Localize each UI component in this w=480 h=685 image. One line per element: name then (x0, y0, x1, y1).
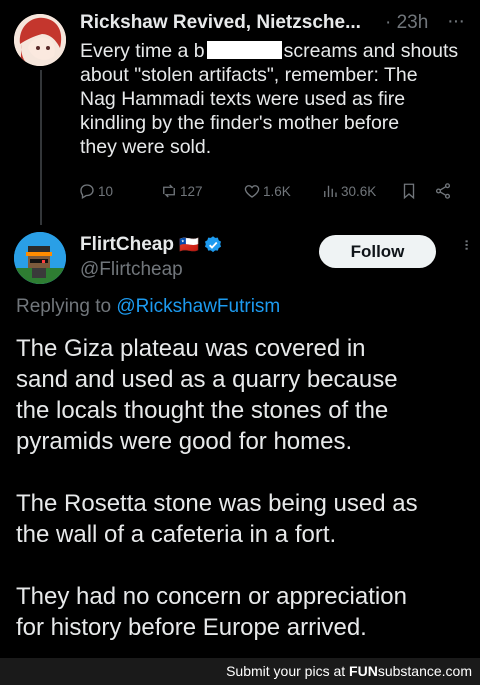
tweet-line-start: Every time a b (80, 40, 205, 62)
tweet-line: The Rosetta stone was being used as (16, 490, 418, 517)
tweet-paragraph: The Rosetta stone was being used as the … (16, 488, 471, 550)
tweet-line: The Giza plateau was covered in (16, 335, 366, 362)
redaction-block (206, 41, 282, 59)
tweet-line: They had no concern or appreciation (16, 583, 407, 610)
heart-icon (244, 185, 260, 198)
bookmark-icon (403, 183, 415, 200)
tweet-line: pyramids were good for homes. (16, 428, 353, 455)
watermark-brand-domain: .com (441, 663, 472, 679)
anime-avatar-icon (14, 14, 66, 66)
reply-button[interactable]: 10 (78, 182, 113, 200)
parent-tweet-text: Every time a b screams and shouts about "… (80, 39, 460, 159)
reply-count: 10 (98, 183, 114, 199)
tweet-line: the locals thought the stones of the (16, 397, 389, 424)
view-count: 30.6K (341, 183, 377, 199)
tweet-line: Every time a b screams and shouts (80, 39, 460, 63)
mention-link[interactable]: @RickshawFutrism (116, 296, 280, 317)
more-options-icon[interactable]: ··· (455, 238, 478, 249)
chile-flag-icon: 🇨🇱 (178, 237, 199, 254)
retweet-icon (163, 184, 175, 198)
reply-handle[interactable]: @Flirtcheap (80, 259, 183, 281)
retweet-button[interactable]: 127 (160, 182, 203, 200)
bookmark-button[interactable] (400, 182, 420, 200)
like-button[interactable]: 1.6K (243, 182, 291, 200)
follow-button[interactable]: Follow (319, 235, 436, 268)
views-icon (324, 185, 337, 197)
avatar[interactable] (14, 14, 66, 66)
tweet-line: for history before Europe arrived. (16, 614, 367, 641)
more-options-icon[interactable]: ··· (447, 10, 465, 33)
share-icon (435, 183, 451, 199)
watermark-prefix: Submit your pics at (226, 663, 346, 679)
parent-timestamp[interactable]: · 23h (385, 12, 428, 34)
parent-display-name[interactable]: Rickshaw Revived, Nietzsche... (80, 12, 361, 34)
pixel-character-avatar-icon (14, 232, 66, 284)
tweet-line: Nag Hammadi texts were used as fire (80, 88, 406, 110)
tweet-line: the wall of a cafeteria in a fort. (16, 521, 337, 548)
watermark-footer: Submit your pics at FUNsubstance.com (0, 658, 480, 685)
verified-badge-icon (204, 236, 221, 253)
tweet-line: about "stolen artifacts", remember: The (80, 64, 418, 86)
watermark-text: Submit your pics at FUNsubstance.com (226, 663, 472, 679)
reply-tweet-text: The Giza plateau was covered in sand and… (16, 333, 471, 674)
thread-connector-line (40, 70, 42, 225)
retweet-count: 127 (180, 183, 203, 199)
reply-author-name[interactable]: FlirtCheap 🇨🇱 (80, 234, 223, 256)
tweet-line-end: screams and shouts (283, 40, 459, 62)
share-button[interactable] (434, 182, 454, 200)
tweet-action-bar: 10 127 1.6K 30.6K (78, 182, 468, 206)
replying-prefix: Replying to (16, 296, 112, 317)
tweet-paragraph: They had no concern or appreciation for … (16, 581, 471, 643)
reply-icon (80, 184, 94, 199)
replying-to-line: Replying to @RickshawFutrism (16, 296, 280, 318)
tweet-line: they were sold. (80, 136, 212, 158)
tweet-paragraph: The Giza plateau was covered in sand and… (16, 333, 471, 457)
display-name: FlirtCheap (80, 234, 174, 255)
like-count: 1.6K (263, 183, 291, 199)
watermark-brand-fun: FUN (349, 663, 378, 679)
tweet-line: sand and used as a quarry because (16, 366, 398, 393)
watermark-brand-substance: substance (377, 663, 442, 679)
tweet-line: kindling by the finder's mother before (80, 112, 400, 134)
views-button[interactable]: 30.6K (321, 182, 376, 200)
avatar[interactable] (14, 232, 66, 284)
